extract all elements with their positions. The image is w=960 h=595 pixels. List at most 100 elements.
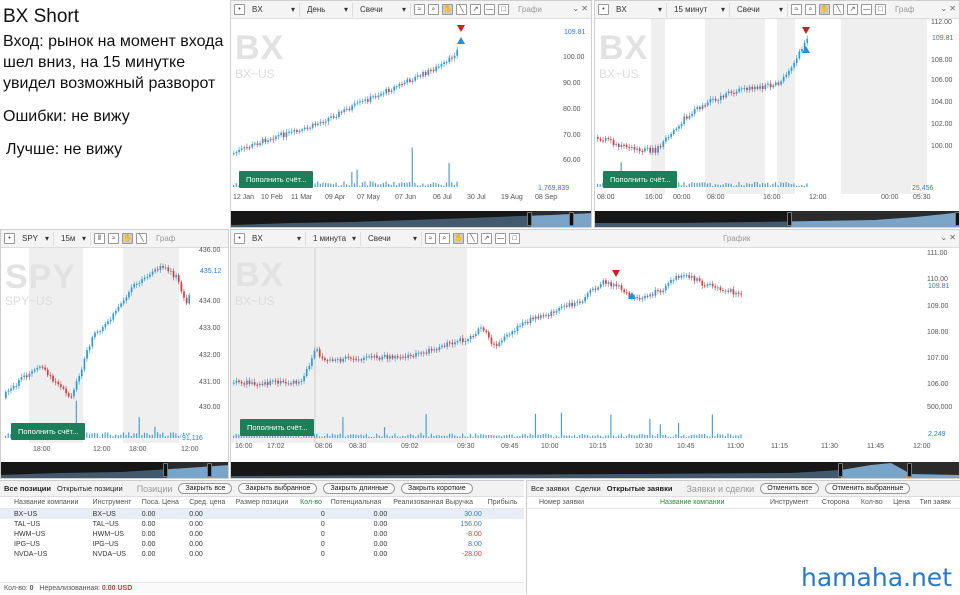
col-header[interactable]: Сторона xyxy=(818,497,858,509)
chart-panel-15min[interactable]: • BX ▾ 15 минут ▾ Свечи ▾ ≈ ⌕ ✋ ╲ ↗ — □ Гра… xyxy=(594,0,960,228)
tab-open-positions[interactable]: Открытые позиции xyxy=(57,484,123,493)
indicator-icon[interactable]: ≈ xyxy=(108,233,119,244)
interval-select[interactable]: День ▾ xyxy=(303,2,353,17)
hand-icon[interactable]: ✋ xyxy=(442,4,453,15)
hand-icon[interactable]: ✋ xyxy=(819,4,830,15)
tab-open-orders[interactable]: Открытые заявки xyxy=(607,484,673,493)
col-header[interactable]: Кол-во xyxy=(297,497,328,509)
col-header[interactable]: Название компании xyxy=(0,497,90,509)
col-header[interactable]: Прибыль xyxy=(484,497,524,509)
chart-type-select[interactable]: Свечи ▾ xyxy=(364,231,422,246)
close-selected-button[interactable]: Закрыть выбранное xyxy=(238,483,318,494)
link-icon[interactable]: • xyxy=(234,233,245,244)
cancel-all-button[interactable]: Отменить все xyxy=(760,483,820,494)
navigator-handle-right[interactable] xyxy=(569,212,574,226)
close-all-button[interactable]: Закрыть все xyxy=(178,483,233,494)
col-header[interactable]: Реализованная Выручка xyxy=(390,497,485,509)
navigator-handle-right[interactable] xyxy=(955,212,959,226)
close-long-button[interactable]: Закрыть длинные xyxy=(323,483,395,494)
indicator-icon[interactable]: ≈ xyxy=(414,4,425,15)
chart-panel-1min[interactable]: • BX ▾ 1 минута ▾ Свечи ▾ ≈ ⌕ ✋ ╲ ↗ — □ Гра… xyxy=(230,229,960,479)
window-controls-icon[interactable]: ⌄ ✕ xyxy=(940,4,956,13)
table-row[interactable]: HWM~US HWM~US 0.00 0.00 0 0.00 -8.00 xyxy=(0,529,524,539)
price-chart[interactable] xyxy=(231,19,592,194)
volume-bar xyxy=(657,434,659,438)
tab-deals[interactable]: Сделки xyxy=(575,484,601,493)
deposit-button[interactable]: Пополнить счёт... xyxy=(239,171,314,188)
navigator-handle-left[interactable] xyxy=(163,463,168,477)
interval-select[interactable]: 15м ▾ xyxy=(57,231,91,246)
col-header[interactable]: Название компании xyxy=(657,497,767,509)
line-tool-icon[interactable]: ╲ xyxy=(456,4,467,15)
close-short-button[interactable]: Закрыть короткие xyxy=(401,483,473,494)
symbol-select[interactable]: SPY ▾ xyxy=(18,231,54,246)
col-header[interactable]: Поса. Цена xyxy=(138,497,187,509)
deposit-button[interactable]: Пополнить счёт... xyxy=(603,171,678,188)
deposit-button[interactable]: Пополнить счёт... xyxy=(240,419,315,436)
timeline-navigator[interactable] xyxy=(231,211,591,227)
col-header[interactable]: Цена xyxy=(890,497,917,509)
table-row[interactable]: BX~US BX~US 0.00 0.00 0 0.00 30.00 xyxy=(0,508,524,519)
line-tool-icon[interactable]: ╲ xyxy=(833,4,844,15)
col-header[interactable]: Кол-во xyxy=(857,497,891,509)
symbol-select[interactable]: BX ▾ xyxy=(612,2,667,17)
chart-type-select[interactable]: Свечи ▾ xyxy=(733,2,788,17)
cancel-selected-button[interactable]: Отменить выбранные xyxy=(825,483,911,494)
arrow-tool-icon[interactable]: ↗ xyxy=(470,4,481,15)
col-header[interactable]: Размер позиции xyxy=(232,497,298,509)
link-icon[interactable]: • xyxy=(234,4,245,15)
arrow-tool-icon[interactable]: ↗ xyxy=(847,4,858,15)
hline-tool-icon[interactable]: — xyxy=(861,4,872,15)
zoom-icon[interactable]: ⌕ xyxy=(805,4,816,15)
col-header[interactable]: Инструмент xyxy=(767,497,819,509)
table-row[interactable]: TAL~US TAL~US 0.00 0.00 0 0.00 156.00 xyxy=(0,519,524,529)
col-header[interactable]: Потенциальная xyxy=(327,497,391,509)
zoom-icon[interactable]: ⌕ xyxy=(428,4,439,15)
table-row[interactable]: IPG~US IPG~US 0.00 0.00 0 0.00 8.00 xyxy=(0,539,524,549)
timeline-navigator[interactable] xyxy=(1,462,228,478)
hand-icon[interactable]: ✋ xyxy=(122,233,133,244)
symbol-select[interactable]: BX ▾ xyxy=(248,2,300,17)
candles-icon[interactable]: ⫴ xyxy=(94,233,105,244)
interval-select[interactable]: 15 минут ▾ xyxy=(670,2,730,17)
indicator-icon[interactable]: ≈ xyxy=(425,233,436,244)
timeline-navigator[interactable] xyxy=(595,211,959,227)
table-row[interactable]: NVDA~US NVDA~US 0.00 0.00 0 0.00 -28.00 xyxy=(0,549,524,559)
hline-tool-icon[interactable]: — xyxy=(484,4,495,15)
tab-all-positions[interactable]: Все позиции xyxy=(4,484,51,493)
rect-tool-icon[interactable]: □ xyxy=(509,233,520,244)
navigator-handle-right[interactable] xyxy=(207,463,212,477)
col-header[interactable]: Тип заявк xyxy=(916,497,960,509)
navigator-handle-left[interactable] xyxy=(787,212,792,226)
hand-icon[interactable]: ✋ xyxy=(453,233,464,244)
chart-panel-daily[interactable]: • BX ▾ День ▾ Свечи ▾ ≈ ⌕ ✋ ╲ ↗ — □ Графи ⌄… xyxy=(230,0,592,228)
link-icon[interactable]: • xyxy=(4,233,15,244)
indicator-icon[interactable]: ≈ xyxy=(791,4,802,15)
col-header[interactable]: Сред. цена xyxy=(186,497,233,509)
window-controls-icon[interactable]: ⌄ ✕ xyxy=(572,4,588,13)
rect-tool-icon[interactable]: □ xyxy=(498,4,509,15)
price-chart[interactable] xyxy=(595,19,960,194)
line-tool-icon[interactable]: ╲ xyxy=(136,233,147,244)
zoom-icon[interactable]: ⌕ xyxy=(439,233,450,244)
line-tool-icon[interactable]: ╲ xyxy=(467,233,478,244)
chart-panel-spy[interactable]: • SPY ▾ 15м ▾ ⫴ ≈ ✋ ╲ Граф SPY SPY~US 436.… xyxy=(0,229,229,479)
window-controls-icon[interactable]: ⌄ ✕ xyxy=(940,233,956,242)
arrow-tool-icon[interactable]: ↗ xyxy=(481,233,492,244)
col-header[interactable]: Номер заявки xyxy=(527,497,657,509)
price-chart[interactable] xyxy=(231,248,960,443)
timeline-navigator[interactable] xyxy=(231,462,959,478)
col-header[interactable]: Инструмент xyxy=(89,497,139,509)
navigator-handle-left[interactable] xyxy=(838,463,843,477)
deposit-button[interactable]: Пополнить счёт... xyxy=(11,423,86,440)
chart-type-select[interactable]: Свечи ▾ xyxy=(356,2,411,17)
candle xyxy=(485,330,488,333)
symbol-select[interactable]: BX ▾ xyxy=(248,231,306,246)
interval-select[interactable]: 1 минута ▾ xyxy=(309,231,361,246)
navigator-handle-right[interactable] xyxy=(907,463,912,477)
link-icon[interactable]: • xyxy=(598,4,609,15)
rect-tool-icon[interactable]: □ xyxy=(875,4,886,15)
navigator-handle-left[interactable] xyxy=(527,212,532,226)
hline-tool-icon[interactable]: — xyxy=(495,233,506,244)
tab-all-orders[interactable]: Все заявки xyxy=(531,484,569,493)
